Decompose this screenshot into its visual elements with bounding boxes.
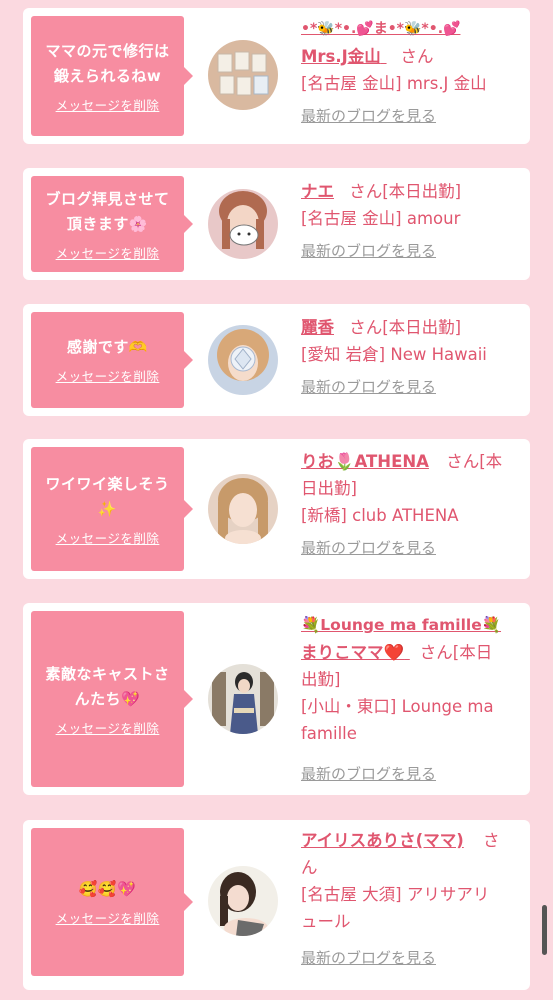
cast-name: Mrs.J金山 [301,47,381,66]
shop-name: [名古屋 大須] アリサアリ ュール [301,881,519,935]
cast-name-prefix: •*🐝*•.💕ま•*🐝*•.💕 [301,21,461,37]
message-card: ワイワイ楽しそう ✨ メッセージを削除 りお🌷ATHENA さん[本 日出勤] … [23,439,530,579]
message-card: ママの元で修行は 鍛えられるねw メッセージを削除 •*🐝*•.💕ま•*🐝*•.… [23,8,530,144]
shop-name: [愛知 岩倉] New Hawaii [301,345,487,364]
message-line: ワイワイ楽しそう [45,474,170,493]
cast-info: ナエ さん[本日出勤] [名古屋 金山] amour 最新のブログを見る [301,178,519,265]
latest-blog-link[interactable]: 最新のブログを見る [301,761,519,788]
avatar-photo[interactable] [208,474,278,544]
message-text: 素敵なキャストさ んたち💖 [37,662,177,712]
cast-name-link[interactable]: ナエ [301,182,334,201]
shop-line: ュール [301,912,351,931]
cast-info: 💐Lounge ma famille💐 まりこママ❤️ さん[本日 出勤] [小… [301,611,519,788]
avatar-photo[interactable] [208,866,278,936]
delete-message-link[interactable]: メッセージを削除 [56,718,160,737]
message-line: ブログ拝見させて [45,189,170,208]
message-line: 素敵なキャストさ [45,664,170,683]
message-bubble: ブログ拝見させて 頂きます🌸 メッセージを削除 [31,176,193,272]
delete-message-link[interactable]: メッセージを削除 [56,366,160,385]
message-card: ブログ拝見させて 頂きます🌸 メッセージを削除 ナエ さん[本日出勤] [名古屋… [23,168,530,280]
cast-info: りお🌷ATHENA さん[本 日出勤] [新橋] club ATHENA 最新の… [301,448,519,562]
shop-line: [小山・東口] Lounge ma [301,697,494,716]
message-bubble: ママの元で修行は 鍛えられるねw メッセージを削除 [31,16,193,136]
honorific: さん [349,318,383,337]
message-card: 🥰🥰💖 メッセージを削除 アイリスありさ(ママ) さ ん [名古屋 大須] アリ… [23,820,530,990]
shop-name: [名古屋 金山] mrs.J 金山 [301,74,487,93]
cast-name-link[interactable]: アイリスありさ(ママ) [301,831,464,850]
message-line: 感謝です🫶 [66,338,149,356]
latest-blog-link[interactable]: 最新のブログを見る [301,103,519,130]
message-text: ブログ拝見させて 頂きます🌸 [37,187,177,237]
shop-line: famille [301,724,357,743]
avatar-photo[interactable] [208,189,278,259]
work-status: 出勤] [301,670,341,689]
message-bubble: ワイワイ楽しそう ✨ メッセージを削除 [31,447,193,571]
shop-name: [小山・東口] Lounge ma famille [301,693,519,747]
work-status: [本日出勤] [382,182,462,201]
honorific: さ [483,831,500,850]
message-bubble: 🥰🥰💖 メッセージを削除 [31,828,193,976]
shop-line: [名古屋 大須] アリサアリ [301,885,490,904]
shop-name: [名古屋 金山] amour [301,209,461,228]
cast-name-link[interactable]: •*🐝*•.💕ま•*🐝*•.💕 Mrs.J金山 [301,18,460,66]
message-line: 頂きます🌸 [66,214,149,233]
avatar-photo[interactable] [208,40,278,110]
latest-blog-link[interactable]: 最新のブログを見る [301,535,519,562]
latest-blog-link[interactable]: 最新のブログを見る [301,238,519,265]
cast-name-prefix: 💐Lounge ma famille💐 [301,616,502,634]
latest-blog-link[interactable]: 最新のブログを見る [301,374,519,401]
cast-info: 麗香 さん[本日出勤] [愛知 岩倉] New Hawaii 最新のブログを見る [301,314,519,401]
delete-message-link[interactable]: メッセージを削除 [56,243,160,262]
cast-info: •*🐝*•.💕ま•*🐝*•.💕 Mrs.J金山 さん [名古屋 金山] mrs.… [301,14,519,130]
message-text: 🥰🥰💖 [71,877,145,902]
latest-blog-link[interactable]: 最新のブログを見る [301,945,519,972]
cast-name-link[interactable]: りお🌷ATHENA [301,452,429,471]
message-line: 鍛えられるねw [53,66,162,85]
message-line: んたち💖 [74,689,141,708]
message-line: ママの元で修行は [45,41,170,60]
message-text: 感謝です🫶 [59,335,156,360]
message-line: ✨ [97,499,118,518]
avatar-photo[interactable] [208,325,278,395]
message-card: 感謝です🫶 メッセージを削除 麗香 さん[本日出勤] [愛知 岩倉] New H… [23,304,530,416]
message-bubble: 素敵なキャストさ んたち💖 メッセージを削除 [31,611,193,787]
honorific: さん[本日 [419,643,493,662]
cast-name-link[interactable]: 麗香 [301,318,334,337]
avatar-photo[interactable] [208,664,278,734]
shop-name: [新橋] club ATHENA [301,506,459,525]
honorific: さん[本 [446,452,503,471]
delete-message-link[interactable]: メッセージを削除 [56,908,160,927]
message-text: ワイワイ楽しそう ✨ [37,472,177,522]
delete-message-link[interactable]: メッセージを削除 [56,528,160,547]
work-status: [本日出勤] [382,318,462,337]
message-line: 🥰🥰💖 [78,880,137,898]
work-status: 日出勤] [301,479,357,498]
message-bubble: 感謝です🫶 メッセージを削除 [31,312,193,408]
message-card: 素敵なキャストさ んたち💖 メッセージを削除 💐Lounge ma famill… [23,603,530,795]
message-text: ママの元で修行は 鍛えられるねw [37,39,177,89]
cast-name: まりこママ❤️ [301,643,405,662]
honorific: さん [349,182,383,201]
work-status: ん [301,858,318,877]
cast-info: アイリスありさ(ママ) さ ん [名古屋 大須] アリサアリ ュール 最新のブロ… [301,827,519,972]
delete-message-link[interactable]: メッセージを削除 [56,95,160,114]
scrollbar-thumb[interactable] [542,905,547,955]
honorific: さん [400,47,434,66]
